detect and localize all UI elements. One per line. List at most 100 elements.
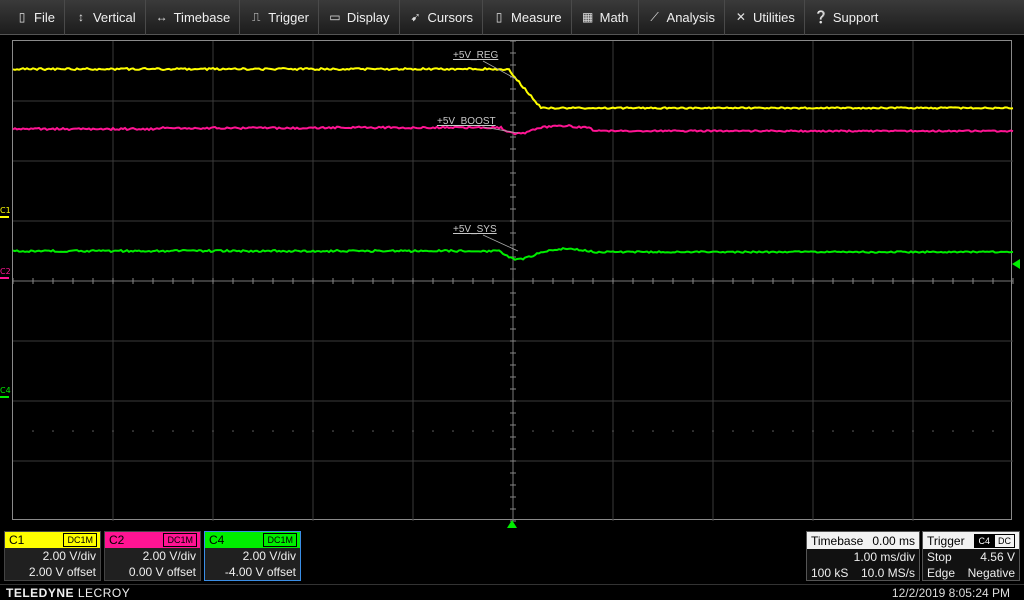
- grid-dot: [372, 430, 374, 432]
- volts-per-div: 2.00 V/div: [105, 548, 200, 564]
- menu-cursors[interactable]: ➹ Cursors: [400, 0, 484, 35]
- file-icon: ▯: [15, 10, 29, 24]
- grid-dot: [92, 430, 94, 432]
- channel-marker-c4-label: C4: [0, 386, 11, 395]
- channel-marker-c2-label: C2: [0, 267, 11, 276]
- grid-dot: [872, 430, 874, 432]
- channel-offset: 2.00 V offset: [5, 564, 100, 580]
- menu-analysis-label: Analysis: [667, 10, 715, 25]
- menu-file[interactable]: ▯ File: [6, 0, 65, 35]
- menu-trigger[interactable]: ⎍ Trigger: [240, 0, 319, 35]
- cursor-icon: ➹: [409, 10, 423, 24]
- grid-dot: [592, 430, 594, 432]
- grid-dot: [632, 430, 634, 432]
- channel-name: C2: [109, 533, 124, 547]
- grid-dot: [412, 430, 414, 432]
- grid-dot: [852, 430, 854, 432]
- grid-dot: [192, 430, 194, 432]
- trigger-icon: ⎍: [249, 10, 263, 25]
- sample-rate: 10.0 MS/s: [861, 565, 915, 581]
- channel-panel-c4[interactable]: C4 DC1M 2.00 V/div -4.00 V offset: [204, 531, 301, 581]
- menu-display[interactable]: ▭ Display: [319, 0, 400, 35]
- grid-dot: [152, 430, 154, 432]
- grid-dot: [112, 430, 114, 432]
- brand-light: LECROY: [78, 586, 130, 600]
- menu-vertical-label: Vertical: [93, 10, 136, 25]
- grid-dot: [352, 430, 354, 432]
- grid-dot: [172, 430, 174, 432]
- grid-dot: [52, 430, 54, 432]
- grid-dot: [992, 430, 994, 432]
- grid-dot: [132, 430, 134, 432]
- brand-logo: TELEDYNE LECROY: [6, 586, 130, 600]
- grid-dot: [432, 430, 434, 432]
- coupling-badge: DC1M: [63, 533, 97, 547]
- trigger-type: Edge: [927, 565, 955, 581]
- volts-per-div: 2.00 V/div: [5, 548, 100, 564]
- trigger-position-marker[interactable]: [506, 519, 518, 529]
- menu-utilities[interactable]: ✕ Utilities: [725, 0, 805, 35]
- volts-per-div: 2.00 V/div: [205, 548, 300, 564]
- waveform-label-sys: +5V_SYS: [453, 224, 497, 235]
- grid-dot: [652, 430, 654, 432]
- measure-icon: ▯: [492, 10, 506, 24]
- waveform-label-reg: +5V_REG: [453, 50, 498, 61]
- time-per-div: 1.00 ms/div: [854, 549, 915, 565]
- grid-dot: [892, 430, 894, 432]
- menu-file-label: File: [34, 10, 55, 25]
- grid-dot: [952, 430, 954, 432]
- channel-marker-c2[interactable]: C2: [0, 267, 11, 276]
- menu-support-label: Support: [833, 10, 879, 25]
- grid-dot: [492, 430, 494, 432]
- channel-marker-c4[interactable]: C4: [0, 386, 11, 395]
- grid-dot: [292, 430, 294, 432]
- menu-vertical[interactable]: ↕ Vertical: [65, 0, 146, 35]
- coupling-badge: DC1M: [163, 533, 197, 547]
- menu-measure[interactable]: ▯ Measure: [483, 0, 572, 35]
- channel-panel-c2[interactable]: C2 DC1M 2.00 V/div 0.00 V offset: [104, 531, 201, 581]
- grid-dot: [732, 430, 734, 432]
- grid-dot: [752, 430, 754, 432]
- grid-dot: [612, 430, 614, 432]
- coupling-badge: DC1M: [263, 533, 297, 547]
- channel-offset: -4.00 V offset: [205, 564, 300, 580]
- channel-offset: 0.00 V offset: [105, 564, 200, 580]
- menu-math[interactable]: ▦ Math: [572, 0, 639, 35]
- channel-name: C4: [209, 533, 224, 547]
- analysis-icon: ⟋: [648, 10, 662, 25]
- grid-dot: [72, 430, 74, 432]
- menu-math-label: Math: [600, 10, 629, 25]
- trigger-panel[interactable]: Trigger C4 DC Stop 4.56 V Edge Negative: [922, 531, 1020, 581]
- trigger-title: Trigger: [927, 534, 965, 548]
- display-icon: ▭: [328, 10, 342, 24]
- grid-dot: [532, 430, 534, 432]
- menu-support[interactable]: ❔ Support: [805, 0, 888, 35]
- brand-bold: TELEDYNE: [6, 586, 74, 600]
- grid-dot: [32, 430, 34, 432]
- vertical-arrows-icon: ↕: [74, 10, 88, 24]
- grid-dot: [572, 430, 574, 432]
- grid-dot: [232, 430, 234, 432]
- sample-count: 100 kS: [811, 565, 848, 581]
- scope-display[interactable]: +5V_REG +5V_BOOST +5V_SYS: [12, 40, 1012, 520]
- grid-dot: [272, 430, 274, 432]
- grid-dot: [772, 430, 774, 432]
- grid-dot: [972, 430, 974, 432]
- grid-dot: [312, 430, 314, 432]
- trigger-coupling-badge: DC: [994, 534, 1015, 548]
- menu-timebase[interactable]: ↔ Timebase: [146, 0, 241, 35]
- channel-marker-c1[interactable]: C1: [0, 206, 11, 215]
- channel-name: C1: [9, 533, 24, 547]
- horizontal-arrows-icon: ↔: [155, 10, 169, 24]
- grid-dot: [912, 430, 914, 432]
- channel-marker-c1-label: C1: [0, 206, 11, 215]
- menu-analysis[interactable]: ⟋ Analysis: [639, 0, 725, 35]
- timebase-panel[interactable]: Timebase 0.00 ms 1.00 ms/div 100 kS 10.0…: [806, 531, 920, 581]
- trigger-slope: Negative: [968, 565, 1015, 581]
- date-time: 12/2/2019 8:05:24 PM: [892, 586, 1010, 600]
- menu-measure-label: Measure: [511, 10, 562, 25]
- grid-dot: [932, 430, 934, 432]
- grid-dot: [552, 430, 554, 432]
- channel-panel-c1[interactable]: C1 DC1M 2.00 V/div 2.00 V offset: [4, 531, 101, 581]
- grid-dot: [812, 430, 814, 432]
